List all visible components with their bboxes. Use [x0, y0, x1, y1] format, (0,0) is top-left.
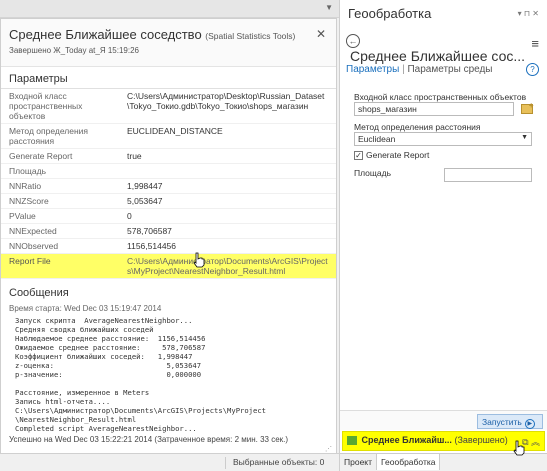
browse-folder-icon[interactable]: [520, 101, 534, 114]
tab-separator: |: [402, 64, 405, 75]
messages-panel: Время старта: Wed Dec 03 15:19:47 2014 З…: [1, 302, 336, 446]
run-label: Запустить: [482, 417, 522, 427]
tab-project[interactable]: Проект: [340, 454, 376, 470]
selected-features-count[interactable]: Выбранные объекты: 0: [233, 457, 324, 467]
param-name: Площадь: [9, 166, 47, 176]
area-field[interactable]: [444, 168, 532, 183]
success-icon: [347, 436, 357, 446]
param-name: PValue: [9, 211, 36, 221]
param-row: NNExpected 578,706587: [1, 224, 336, 239]
status-bar: Выбранные объекты: 0: [0, 453, 339, 471]
param-value: 1156,514456: [127, 241, 177, 251]
close-icon[interactable]: ✕: [316, 27, 326, 41]
completed-tool-name: Среднее Ближайш...: [361, 435, 452, 445]
chevron-down-icon: ▼: [521, 134, 528, 141]
checkmark-icon[interactable]: ✓: [354, 151, 363, 161]
params-section-title: Параметры: [1, 67, 336, 89]
popup-header: Среднее Ближайшее соседство (Spatial Sta…: [1, 19, 336, 67]
param-name: NNZScore: [9, 196, 49, 206]
tab-parameters[interactable]: Параметры: [346, 64, 399, 75]
param-row: Площадь: [1, 164, 336, 179]
top-strip: ▼: [0, 0, 339, 18]
parameters-form: Входной класс пространственных объектов …: [340, 80, 547, 184]
param-name: Report File: [9, 256, 51, 266]
run-area: Запустить ▶: [340, 410, 547, 430]
generate-report-label: Generate Report: [366, 150, 430, 160]
param-value: [119, 164, 336, 179]
input-features-label: Входной класс пространственных объектов: [354, 92, 527, 102]
param-name: NNExpected: [9, 226, 57, 236]
params-table: Входной класс пространственных объектов C…: [1, 89, 336, 279]
geoprocessing-pane: Геообработка ▾ ⊓ ✕ ← Среднее Ближайшее с…: [339, 0, 547, 471]
hand-cursor-icon: [193, 252, 205, 268]
pane-title: Геообработка: [348, 6, 432, 21]
tab-geoprocessing[interactable]: Геообработка: [376, 454, 441, 470]
param-value: EUCLIDEAN_DISTANCE: [127, 126, 223, 136]
back-arrow-icon[interactable]: ←: [346, 34, 360, 48]
pane-controls[interactable]: ▾ ⊓ ✕: [518, 9, 539, 18]
distance-method-label: Метод определения расстояния: [354, 122, 481, 132]
tool-tabs: Параметры | Параметры среды ?: [340, 60, 547, 80]
distance-method-value: Euclidean: [358, 134, 396, 144]
help-icon[interactable]: ?: [526, 63, 539, 76]
hand-cursor-icon: [513, 440, 525, 456]
param-row: NNZScore 5,053647: [1, 194, 336, 209]
run-button[interactable]: Запустить ▶: [477, 414, 543, 429]
tool-details-popup: Среднее Ближайшее соседство (Spatial Sta…: [0, 18, 337, 458]
menu-icon[interactable]: ≡: [531, 36, 539, 51]
distance-method-select[interactable]: Euclidean ▼: [354, 132, 532, 146]
report-file-row[interactable]: Report File C:\Users\Администратор\Docume…: [1, 253, 336, 279]
param-row: PValue 0: [1, 209, 336, 224]
start-time: Время старта: Wed Dec 03 15:19:47 2014: [9, 304, 162, 313]
param-value: C:\Users\Администратор\Desktop\Russian_D…: [127, 91, 325, 111]
param-name: Generate Report: [9, 151, 73, 161]
param-value: 5,053647: [127, 196, 163, 206]
area-label: Площадь: [354, 168, 392, 179]
param-row: Generate Report true: [1, 149, 336, 164]
param-row: Входной класс пространственных объектов C…: [1, 89, 336, 124]
param-value: 1,998447: [127, 181, 163, 191]
tool-name: Среднее Ближайшее соседство: [9, 27, 202, 42]
param-value: 578,706587: [127, 226, 172, 236]
generate-report-checkbox[interactable]: ✓ Generate Report: [354, 150, 541, 161]
completed-status: (Завершено): [454, 435, 508, 445]
param-value: 0: [127, 211, 132, 221]
dropdown-arrow-icon[interactable]: ▼: [325, 3, 333, 12]
completion-message: Успешно на Wed Dec 03 15:22:21 2014 (Зат…: [9, 435, 289, 444]
param-name: NNRatio: [9, 181, 42, 191]
popup-title: Среднее Ближайшее соседство (Spatial Sta…: [9, 27, 328, 42]
param-row: NNRatio 1,998447: [1, 179, 336, 194]
messages-section-title: Сообщения: [9, 287, 69, 299]
param-name: NNObserved: [9, 241, 59, 251]
param-row: Метод определения расстояния EUCLIDEAN_DI…: [1, 124, 336, 149]
message-log: Запуск скрипта AverageNearestNeighbor...…: [15, 316, 266, 433]
input-features-field[interactable]: shops_магазин: [354, 102, 514, 116]
param-value: true: [127, 151, 142, 161]
tool-header: ← Среднее Ближайшее сос... ≡: [340, 26, 547, 64]
area-row: Площадь: [354, 168, 541, 184]
param-row: NNObserved 1156,514456: [1, 239, 336, 254]
toolbox-name: (Spatial Statistics Tools): [205, 31, 296, 41]
resize-grip-icon[interactable]: ⋰: [325, 445, 332, 453]
play-icon: ▶: [524, 419, 535, 429]
param-name: Входной класс пространственных объектов: [9, 91, 83, 121]
tab-environments[interactable]: Параметры среды: [407, 64, 492, 75]
report-file-link[interactable]: C:\Users\Администратор\Documents\ArcGIS\…: [119, 254, 336, 279]
status-separator: [225, 457, 226, 469]
param-name: Метод определения расстояния: [9, 126, 89, 146]
completion-status: Завершено Ж_Today at_Я 15:19:26: [9, 46, 139, 55]
pane-header: Геообработка ▾ ⊓ ✕: [340, 0, 547, 26]
